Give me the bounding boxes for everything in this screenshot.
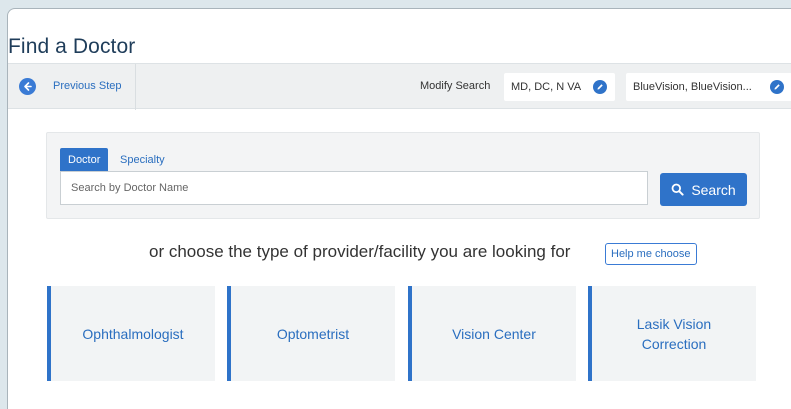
- pencil-icon[interactable]: [770, 80, 784, 94]
- search-button[interactable]: Search: [660, 173, 747, 206]
- toolbar-divider: [135, 64, 136, 110]
- filter-chip-plan[interactable]: BlueVision, BlueVision...: [626, 73, 791, 101]
- help-me-choose-button[interactable]: Help me choose: [605, 243, 697, 265]
- provider-card-label: Vision Center: [452, 325, 536, 342]
- search-toolbar: Previous Step Modify Search MD, DC, N VA…: [8, 63, 791, 110]
- provider-card-label: Lasik Vision Correction: [636, 315, 712, 352]
- provider-card-vision-center[interactable]: Vision Center: [408, 286, 576, 381]
- filter-chip-provider[interactable]: MD, DC, N VA: [504, 73, 615, 101]
- doctor-search-input[interactable]: [60, 171, 648, 205]
- page-title: Find a Doctor: [8, 35, 136, 58]
- search-button-label: Search: [691, 181, 736, 198]
- provider-card-label: Ophthalmologist: [82, 325, 184, 342]
- pencil-icon[interactable]: [593, 80, 607, 94]
- provider-card-lasik[interactable]: Lasik Vision Correction: [588, 286, 756, 381]
- provider-card-label: Optometrist: [276, 325, 350, 342]
- previous-step-link[interactable]: Previous Step: [53, 80, 121, 92]
- provider-card-ophthalmologist[interactable]: Ophthalmologist: [47, 286, 215, 381]
- modify-search-label: Modify Search: [420, 80, 491, 92]
- find-doctor-window: Find a Doctor Previous Step Modify Searc…: [7, 8, 791, 409]
- provider-card-optometrist[interactable]: Optometrist: [227, 286, 395, 381]
- provider-type-prompt: or choose the type of provider/facility …: [149, 242, 571, 261]
- tab-doctor[interactable]: Doctor: [60, 148, 109, 171]
- magnifier-icon: [671, 183, 684, 196]
- tab-specialty[interactable]: Specialty: [112, 148, 173, 171]
- search-panel: Doctor Specialty Search: [46, 132, 760, 219]
- filter-chip-label: MD, DC, N VA: [511, 81, 582, 93]
- filter-chip-label: BlueVision, BlueVision...: [633, 81, 752, 93]
- arrow-left-circle-icon[interactable]: [19, 78, 36, 95]
